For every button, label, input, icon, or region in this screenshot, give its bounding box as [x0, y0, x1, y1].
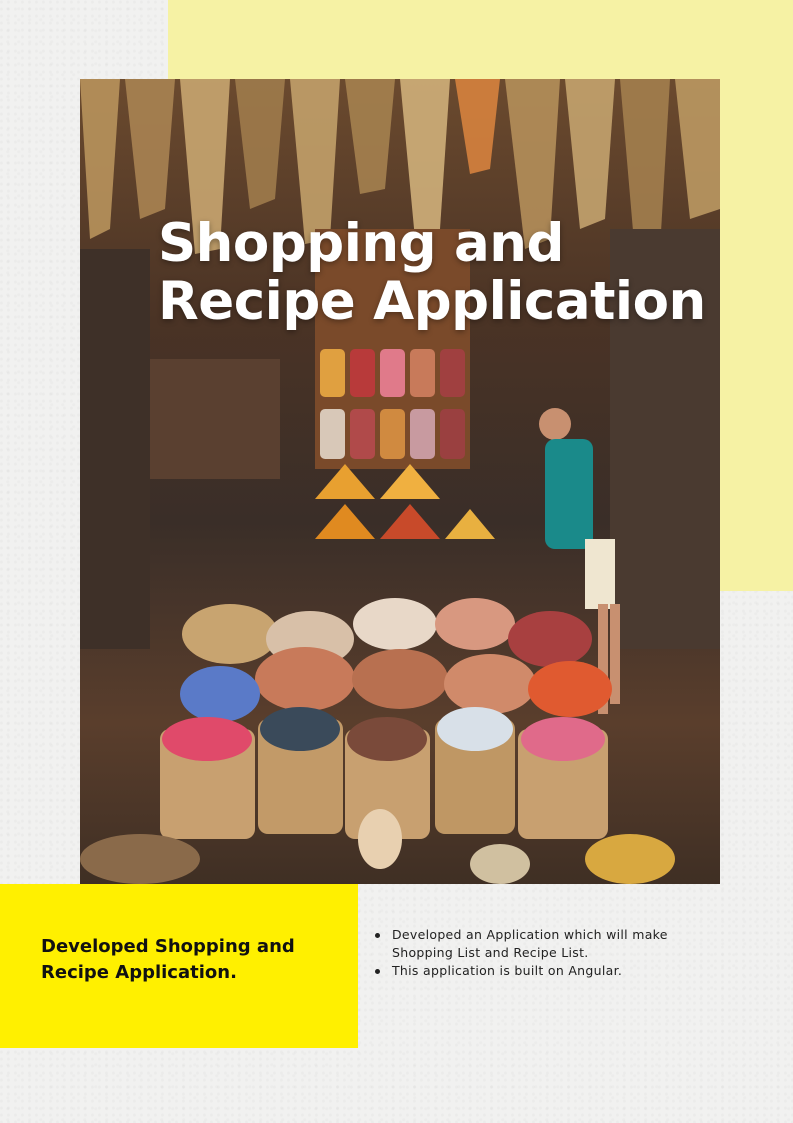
list-item: Developed an Application which will make…: [372, 926, 702, 962]
hero-photo: Shopping and Recipe Application: [80, 79, 720, 884]
caption-heading: Developed Shopping and Recipe Applicatio…: [41, 936, 295, 983]
details-list: Developed an Application which will make…: [372, 926, 702, 980]
hero-title-line-1: Shopping and: [158, 213, 564, 274]
list-item: This application is built on Angular.: [372, 962, 702, 980]
hero-title-line-2: Recipe Application: [158, 271, 706, 332]
hero-title: Shopping and Recipe Application: [158, 215, 718, 331]
spice-market-photo-icon: [80, 79, 720, 884]
caption-box: Developed Shopping and Recipe Applicatio…: [0, 884, 358, 1048]
